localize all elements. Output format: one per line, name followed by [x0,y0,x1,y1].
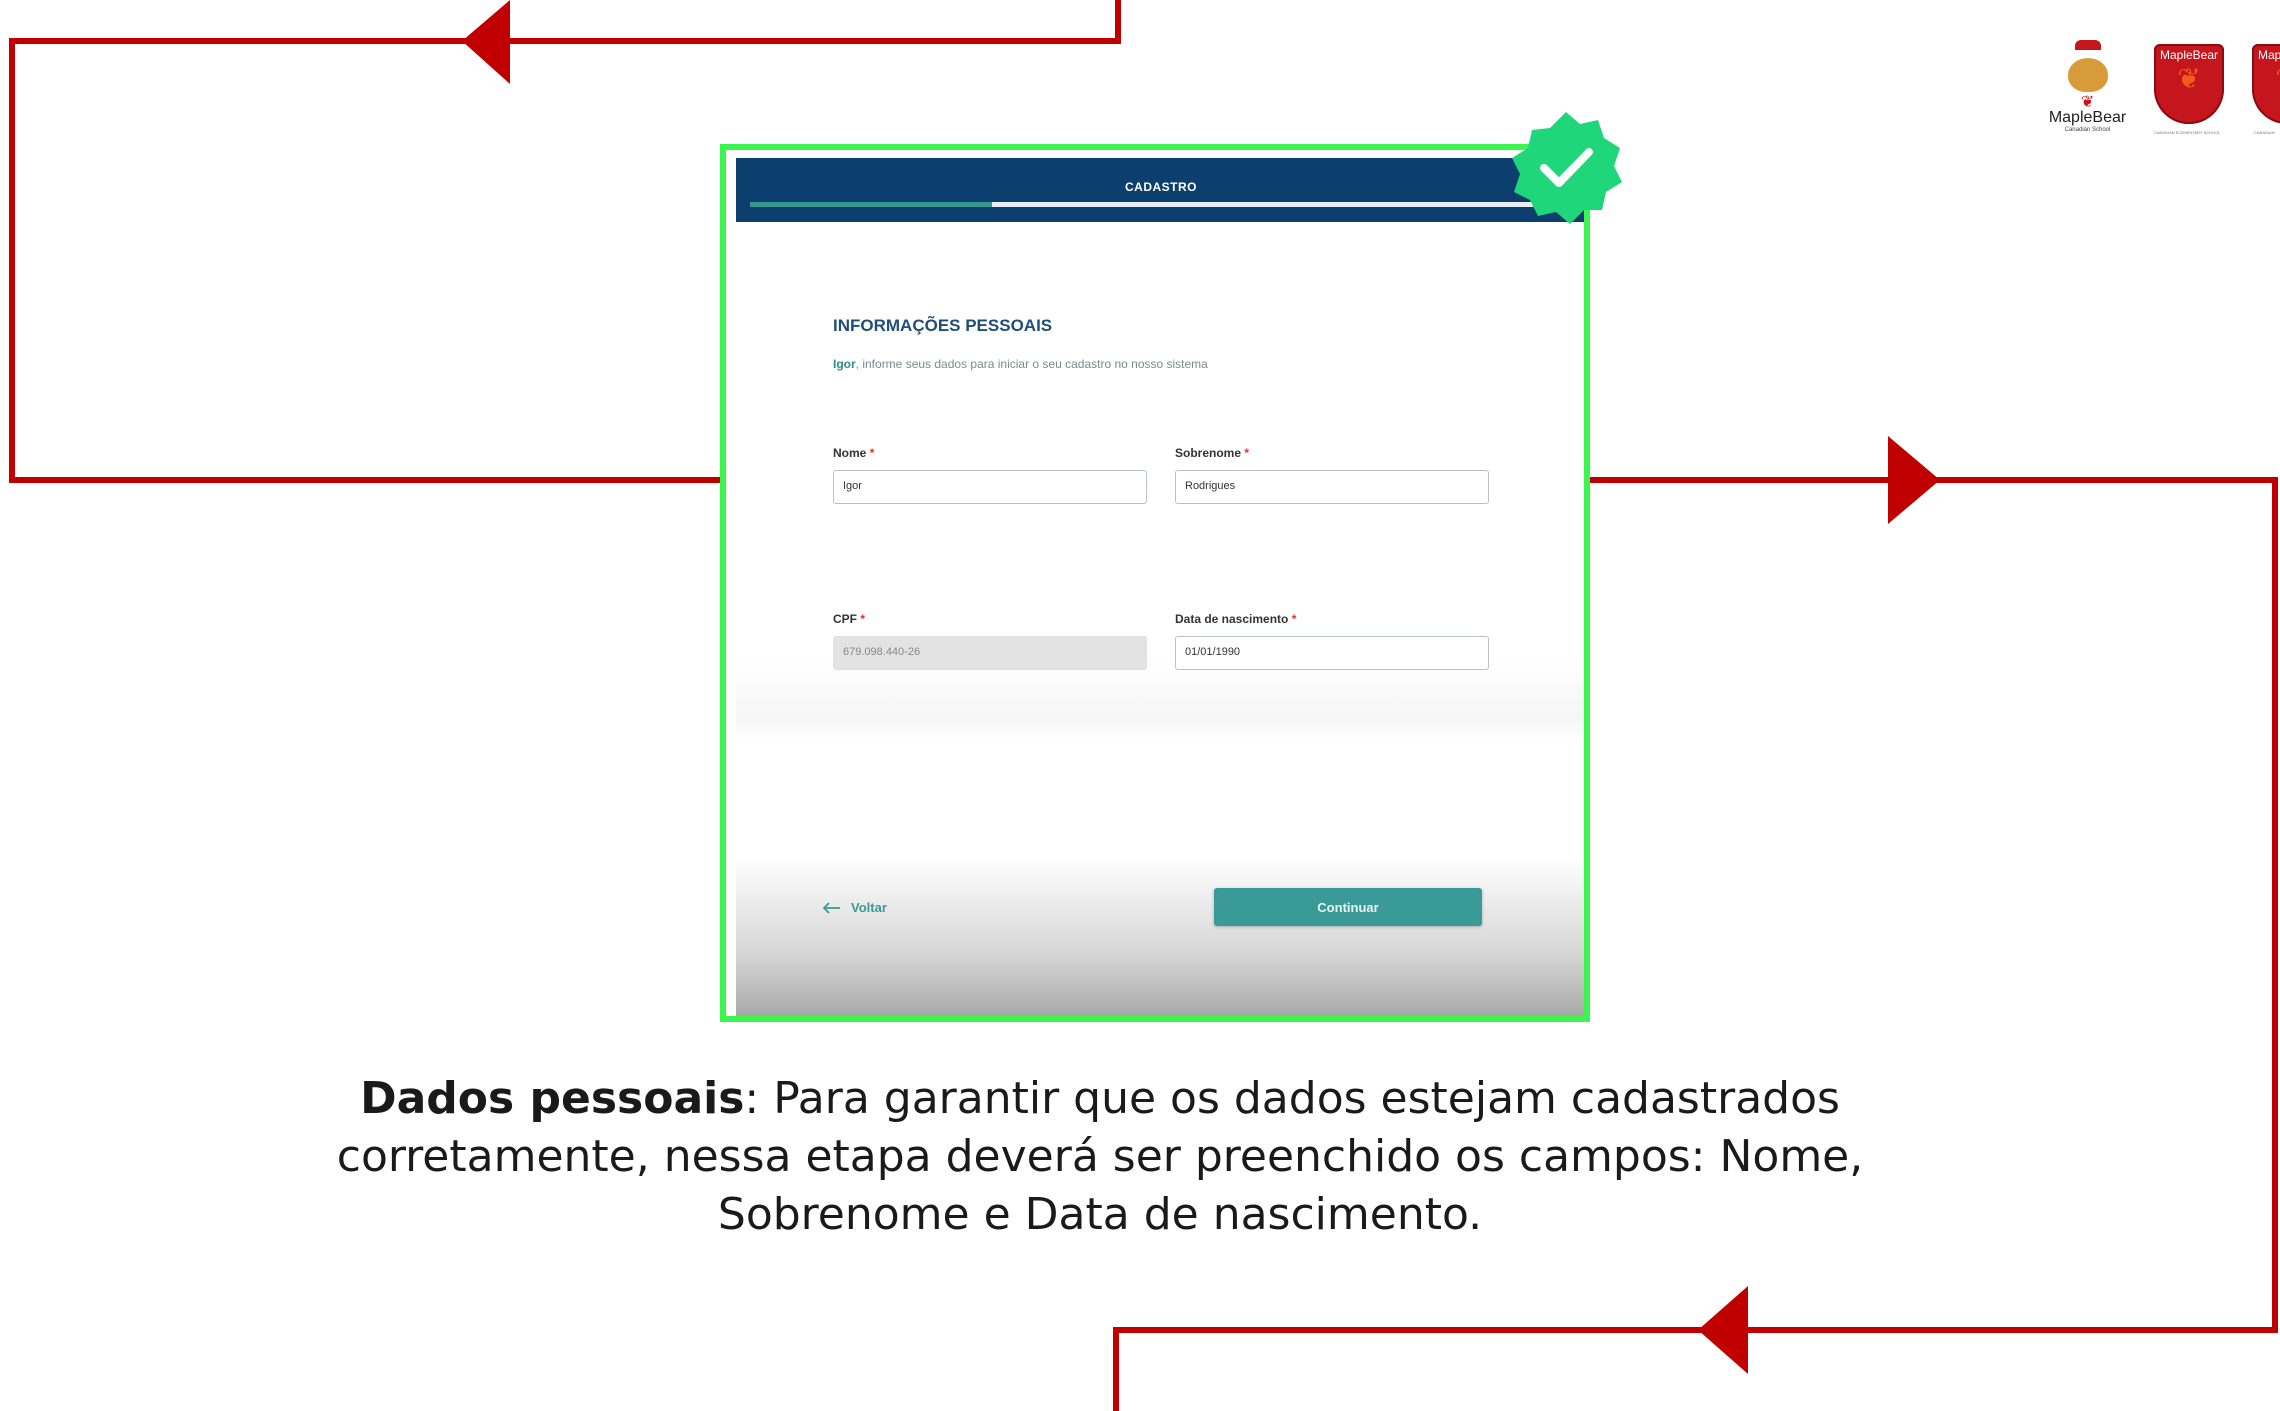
caption: Dados pessoais: Para garantir que os dad… [240,1070,1960,1244]
section-subtitle: Igor, informe seus dados para iniciar o … [833,357,1208,371]
shield-leaf-icon: ❦ [2177,62,2201,95]
user-first-name: Igor [833,357,856,371]
required-mark: * [860,612,866,626]
maplebear-shield-logo-2: MapleBear ❦ [2252,44,2280,124]
shield-label: MapleBear [2159,48,2219,62]
arrow-left-icon [823,901,840,914]
data-nascimento-input[interactable]: 01/01/1990 [1175,636,1489,670]
continue-button[interactable]: Continuar [1214,888,1482,926]
caption-bold: Dados pessoais [360,1073,745,1124]
required-mark: * [1291,612,1297,626]
section-title: INFORMAÇÕES PESSOAIS [833,316,1053,335]
bear-icon [2067,58,2108,92]
data-nascimento-label: Data de nascimento * [1175,612,1296,626]
app-header: CADASTRO [736,158,1584,222]
brand-logos: ❦ MapleBear Canadian School MapleBear ❦ … [2040,40,2280,150]
sobrenome-input[interactable]: Rodrigues [1175,470,1489,504]
maplebear-shield-logo: MapleBear ❦ [2154,44,2224,124]
required-mark: * [869,446,875,460]
cpf-input: 679.098.440-26 [833,636,1147,670]
cpf-label: CPF * [833,612,865,626]
maplebear-logo: ❦ MapleBear Canadian School [2040,40,2135,135]
required-mark: * [1244,446,1250,460]
sobrenome-label-text: Sobrenome [1175,446,1242,460]
flow-arrowhead-left-bottom [1698,1286,1748,1374]
logo-brand-text: MapleBear [2048,109,2127,126]
back-button[interactable]: Voltar [823,900,887,915]
nome-label-text: Nome [833,446,867,460]
shield-leaf-icon: ❦ [2252,62,2280,96]
nome-label: Nome * [833,446,874,460]
subtitle-text: , informe seus dados para iniciar o seu … [855,357,1208,371]
flow-arrowhead-left-top [462,0,510,84]
shield-caption: CANADIAN ELEMENTARY SCHOOL [2154,130,2221,135]
shield-caption: CANADIAN [2254,130,2275,135]
screenshot-frame: CADASTRO INFORMAÇÕES PESSOAIS Igor, info… [720,144,1590,1022]
bear-hat-icon [2074,40,2101,50]
shield-label: MapleBear [2257,48,2280,62]
progress-fill [750,202,992,207]
flow-arrowhead-right [1888,436,1940,524]
header-title: CADASTRO [1125,180,1197,194]
logo-sub-text: Canadian School [2064,127,2111,133]
back-label: Voltar [851,900,887,915]
data-nascimento-label-text: Data de nascimento [1175,612,1289,626]
cpf-label-text: CPF [833,612,857,626]
progress-bar [750,202,1556,207]
nome-input[interactable]: Igor [833,470,1147,504]
maple-leaf-icon: ❦ [2080,92,2095,111]
check-badge-icon [1512,112,1622,224]
sobrenome-label: Sobrenome * [1175,446,1249,460]
